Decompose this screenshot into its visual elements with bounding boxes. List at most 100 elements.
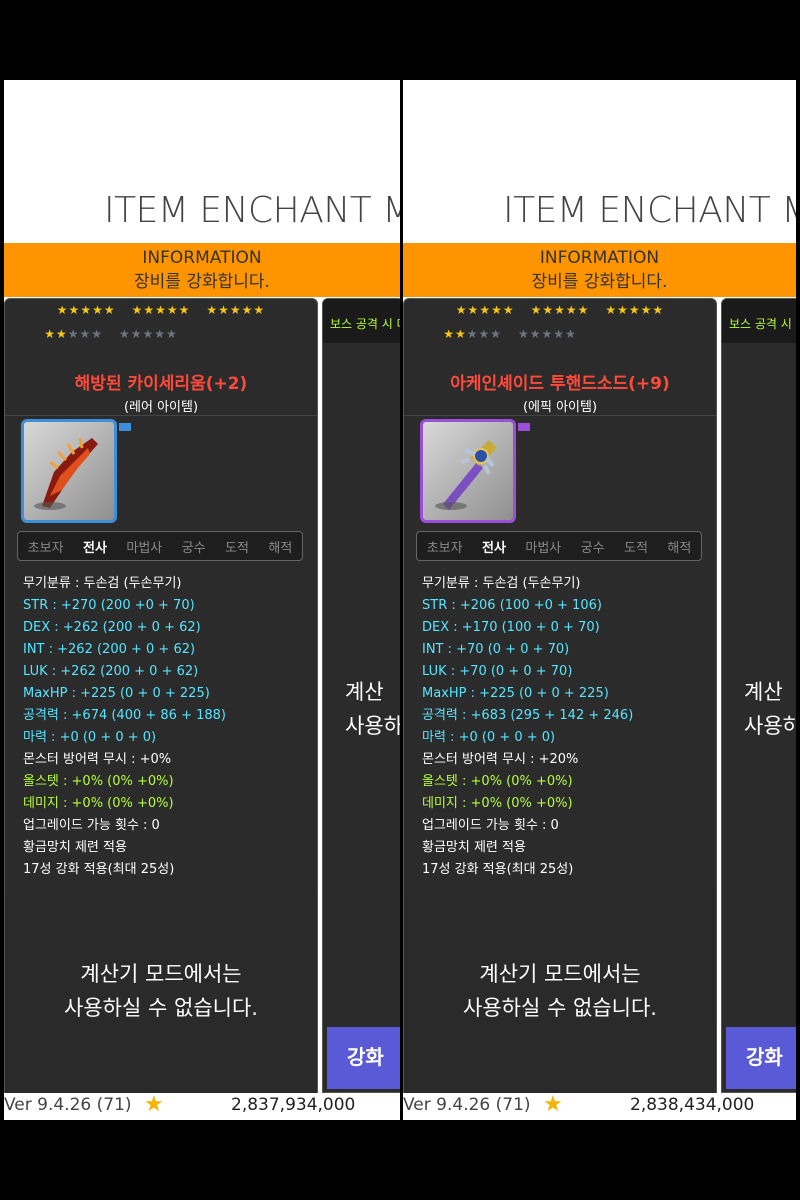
info-banner: INFORMATION 장비를 강화합니다. bbox=[403, 243, 796, 297]
letterbox-bottom bbox=[0, 1120, 800, 1200]
info-heading: INFORMATION bbox=[142, 248, 262, 268]
info-description: 장비를 강화합니다. bbox=[134, 272, 270, 292]
item-grade: (레어 아이템) bbox=[123, 400, 199, 415]
job-tab-thief[interactable]: 도적 bbox=[225, 537, 249, 556]
side-card-header: 보스 공격 시 bbox=[722, 299, 796, 343]
stat-line: 올스텟 : +0% (0% +0%) bbox=[422, 774, 573, 789]
side-calc-line1: 계산 bbox=[345, 680, 384, 704]
side-calc-line2: 사용하 bbox=[345, 714, 400, 738]
star-force-row-2: ★★★★★ ★★★★★ bbox=[44, 327, 178, 341]
divider bbox=[404, 415, 716, 416]
stat-line: 데미지 : +0% (0% +0%) bbox=[422, 796, 573, 811]
calc-message-line1: 계산기 모드에서는 bbox=[80, 962, 242, 986]
item-grade: (에픽 아이템) bbox=[522, 400, 598, 415]
stat-line: 업그레이드 가능 횟수 : 0 bbox=[23, 818, 160, 833]
star-group: ★★★★★ bbox=[56, 303, 116, 317]
stat-line: STR : +270 (200 +0 + 70) bbox=[23, 598, 195, 613]
enchant-button[interactable]: 강화 bbox=[726, 1027, 796, 1089]
stat-line: 올스텟 : +0% (0% +0%) bbox=[23, 774, 174, 789]
item-icon-frame[interactable] bbox=[21, 419, 117, 523]
star-icon: ★ bbox=[543, 1092, 563, 1117]
letterbox-top bbox=[0, 0, 800, 80]
side-calc-message: 계산 사용하 bbox=[345, 675, 400, 743]
job-tab-warrior[interactable]: 전사 bbox=[482, 537, 506, 556]
version-label: Ver 9.4.26 (71) bbox=[4, 1095, 132, 1115]
stat-line: INT : +70 (0 + 0 + 70) bbox=[422, 642, 570, 657]
job-filter-bar: 초보자 전사 마법사 궁수 도적 해적 bbox=[416, 531, 702, 561]
job-tab-beginner[interactable]: 초보자 bbox=[427, 537, 463, 556]
stat-line: 공격력 : +683 (295 + 142 + 246) bbox=[422, 708, 634, 723]
job-tab-pirate[interactable]: 해적 bbox=[268, 537, 292, 556]
item-icon-frame[interactable] bbox=[420, 419, 516, 523]
stat-line: 업그레이드 가능 횟수 : 0 bbox=[422, 818, 559, 833]
item-flag-icon bbox=[518, 423, 530, 431]
item-flag-icon bbox=[119, 423, 131, 431]
job-tab-warrior[interactable]: 전사 bbox=[83, 537, 107, 556]
stat-line: MaxHP : +225 (0 + 0 + 225) bbox=[23, 686, 210, 701]
side-calc-message: 계산 사용하 bbox=[744, 675, 796, 743]
item-name: 아케인셰이드 투핸드소드(+9) bbox=[450, 374, 670, 394]
stat-line: LUK : +70 (0 + 0 + 70) bbox=[422, 664, 573, 679]
page-title: ITEM ENCHANT M bbox=[104, 190, 400, 231]
stat-line: DEX : +262 (200 + 0 + 62) bbox=[23, 620, 201, 635]
stat-line: DEX : +170 (100 + 0 + 70) bbox=[422, 620, 600, 635]
enchant-side-card: 보스 공격 시 데 계산 사용하 강화 bbox=[322, 298, 400, 1093]
star-group: ★★★★★ bbox=[530, 303, 590, 317]
side-calc-line2: 사용하 bbox=[744, 714, 796, 738]
star-force-row-1: ★★★★★ ★★★★★ ★★★★★ bbox=[5, 303, 317, 317]
side-calc-line1: 계산 bbox=[744, 680, 783, 704]
arcane-sword-weapon-icon bbox=[435, 440, 497, 510]
item-card: ★★★★★ ★★★★★ ★★★★★ ★★★★★ ★★★★★ 아케인셰이드 투핸드소드(… bbox=[403, 298, 717, 1094]
info-description: 장비를 강화합니다. bbox=[531, 272, 668, 292]
star-group: ★★★★★ bbox=[605, 303, 665, 317]
divider bbox=[5, 415, 317, 416]
info-banner: INFORMATION 장비를 강화합니다. bbox=[4, 243, 400, 297]
side-card-header: 보스 공격 시 데 bbox=[323, 299, 400, 343]
status-footer: Ver 9.4.26 (71) ★ 2,838,434,000 bbox=[403, 1093, 796, 1120]
boss-attack-text: 보스 공격 시 bbox=[729, 317, 792, 331]
stat-line: STR : +206 (100 +0 + 106) bbox=[422, 598, 602, 613]
item-stats: 무기분류 : 두손검 (두손무기) STR : +206 (100 +0 + 1… bbox=[422, 573, 710, 881]
stat-line: 황금망치 제련 적용 bbox=[23, 840, 127, 855]
stat-line: 몬스터 방어력 무시 : +20% bbox=[422, 752, 579, 767]
item-card: ★★★★★ ★★★★★ ★★★★★ ★★★★★ ★★★★★ 해방된 카이세리움(+2)… bbox=[4, 298, 318, 1094]
stat-line: INT : +262 (200 + 0 + 62) bbox=[23, 642, 196, 657]
calculator-mode-message: 계산기 모드에서는 사용하실 수 없습니다. bbox=[5, 891, 317, 1094]
stat-line: 마력 : +0 (0 + 0 + 0) bbox=[23, 730, 157, 745]
stat-line: 공격력 : +674 (400 + 86 + 188) bbox=[23, 708, 226, 723]
job-tab-pirate[interactable]: 해적 bbox=[667, 537, 691, 556]
job-tab-magician[interactable]: 마법사 bbox=[126, 537, 162, 556]
stat-line: 몬스터 방어력 무시 : +0% bbox=[23, 752, 172, 767]
job-tab-archer[interactable]: 궁수 bbox=[581, 537, 605, 556]
star-force-row-1: ★★★★★ ★★★★★ ★★★★★ bbox=[404, 303, 716, 317]
stat-line: 무기분류 : 두손검 (두손무기) bbox=[422, 576, 581, 591]
enchant-button[interactable]: 강화 bbox=[327, 1027, 400, 1089]
stat-line: 데미지 : +0% (0% +0%) bbox=[23, 796, 174, 811]
version-label: Ver 9.4.26 (71) bbox=[403, 1095, 531, 1115]
job-tab-magician[interactable]: 마법사 bbox=[525, 537, 561, 556]
enchant-side-card: 보스 공격 시 계산 사용하 강화 bbox=[721, 298, 796, 1093]
star-icon: ★ bbox=[144, 1092, 164, 1117]
stat-line: MaxHP : +225 (0 + 0 + 225) bbox=[422, 686, 609, 701]
job-filter-bar: 초보자 전사 마법사 궁수 도적 해적 bbox=[17, 531, 303, 561]
calculator-mode-message: 계산기 모드에서는 사용하실 수 없습니다. bbox=[404, 891, 716, 1094]
item-stats: 무기분류 : 두손검 (두손무기) STR : +270 (200 +0 + 7… bbox=[23, 573, 311, 881]
star-group: ★★★★★ bbox=[206, 303, 266, 317]
red-bow-weapon-icon bbox=[34, 437, 98, 510]
stat-line: LUK : +262 (200 + 0 + 62) bbox=[23, 664, 199, 679]
job-tab-archer[interactable]: 궁수 bbox=[182, 537, 206, 556]
calc-message-line2: 사용하실 수 없습니다. bbox=[64, 996, 258, 1020]
meso-amount: 2,838,434,000 bbox=[630, 1095, 755, 1115]
job-tab-thief[interactable]: 도적 bbox=[624, 537, 648, 556]
meso-amount: 2,837,934,000 bbox=[231, 1095, 356, 1115]
calc-message-line2: 사용하실 수 없습니다. bbox=[463, 996, 657, 1020]
info-heading: INFORMATION bbox=[539, 248, 660, 268]
boss-attack-text: 보스 공격 시 데 bbox=[330, 317, 400, 331]
page-title: ITEM ENCHANT M bbox=[503, 190, 796, 231]
screenshot-panel-left: ITEM ENCHANT M INFORMATION 장비를 강화합니다. ★★… bbox=[4, 80, 400, 1120]
status-footer: Ver 9.4.26 (71) ★ 2,837,934,000 bbox=[4, 1093, 400, 1120]
stat-line: 황금망치 제련 적용 bbox=[422, 840, 526, 855]
job-tab-beginner[interactable]: 초보자 bbox=[28, 537, 64, 556]
stat-line: 마력 : +0 (0 + 0 + 0) bbox=[422, 730, 556, 745]
screenshot-panel-right: ITEM ENCHANT M INFORMATION 장비를 강화합니다. ★★… bbox=[403, 80, 796, 1120]
